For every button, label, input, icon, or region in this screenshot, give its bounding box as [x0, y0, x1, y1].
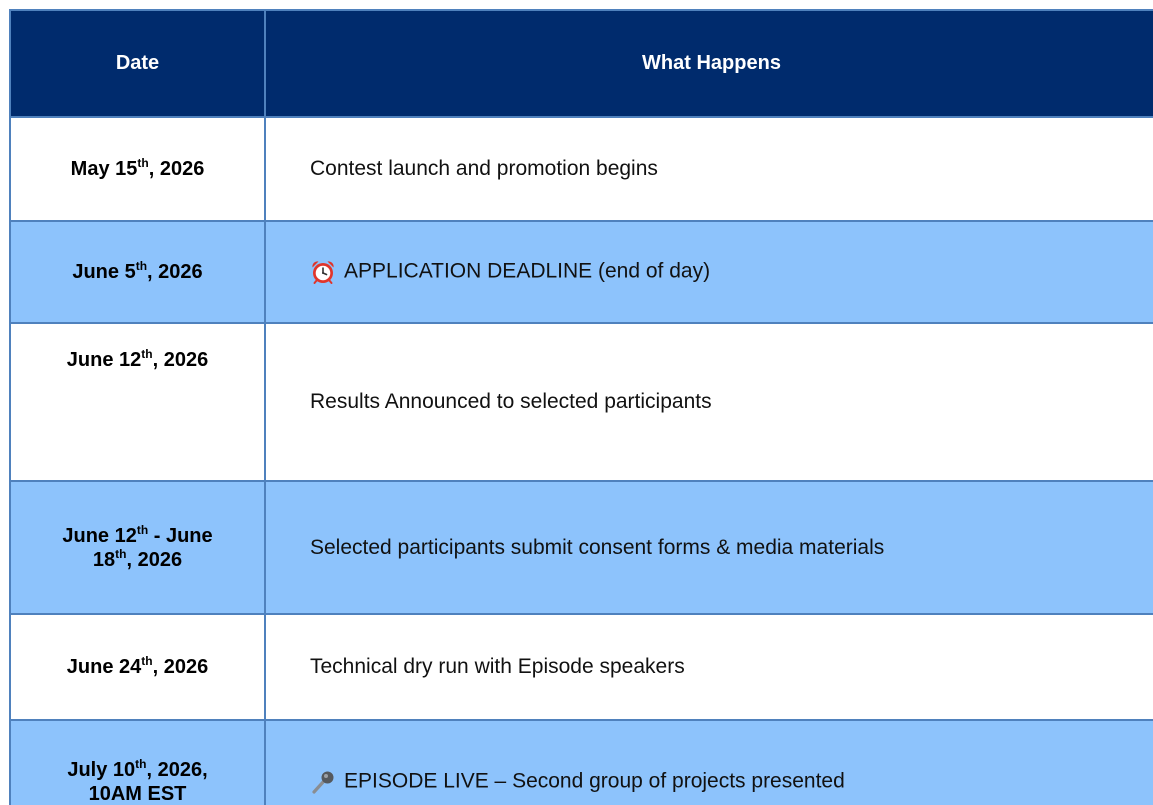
schedule-table: Date What Happens May 15th, 2026 Contest…	[9, 9, 1153, 805]
event-text: Contest launch and promotion begins	[310, 157, 658, 180]
date-text: - June	[148, 524, 213, 547]
ordinal-suffix: th	[135, 259, 148, 273]
date-cell: June 12th - June 18th, 2026	[9, 480, 266, 615]
event-text: Results Announced to selected participan…	[310, 390, 712, 413]
table-row: July 10th, 2026, 10AM EST EPISODE LIVE – …	[9, 719, 1153, 805]
date-year: , 2026	[148, 158, 205, 180]
table-row: June 12th, 2026 Results Announced to sel…	[9, 322, 1153, 482]
date-text: , 2026,	[146, 758, 208, 781]
event-text: Technical dry run with Episode speakers	[310, 655, 685, 678]
event-text: Selected participants submit consent for…	[310, 535, 885, 559]
date-text: June 12	[66, 349, 142, 371]
event-cell: APPLICATION DEADLINE (end of day)	[264, 220, 1153, 324]
ordinal-suffix: th	[137, 156, 149, 170]
table-row: May 15th, 2026 Contest launch and promot…	[9, 116, 1153, 222]
microphone-icon	[310, 769, 336, 795]
date-cell: May 15th, 2026	[9, 116, 266, 222]
date-year: , 2026	[152, 349, 209, 371]
table-row: June 5th, 2026 APPLICATION DEADLINE (end…	[9, 220, 1153, 324]
date-cell: July 10th, 2026, 10AM EST	[9, 719, 266, 805]
event-cell: Contest launch and promotion begins	[264, 116, 1153, 222]
event-cell: Results Announced to selected participan…	[264, 322, 1153, 482]
date-cell: June 5th, 2026	[9, 220, 266, 324]
table-row: June 24th, 2026 Technical dry run with E…	[9, 613, 1153, 721]
date-column-header: Date	[9, 9, 266, 118]
event-text: EPISODE LIVE – Second group of projects …	[344, 769, 845, 793]
date-cell: June 24th, 2026	[9, 613, 266, 721]
ordinal-suffix: th	[135, 756, 147, 771]
date-year: , 2026	[152, 656, 209, 678]
ordinal-suffix: th	[141, 654, 153, 668]
date-text: 18	[92, 548, 116, 571]
date-year: , 2026	[126, 548, 183, 571]
date-text: June 24	[66, 656, 142, 678]
date-text: June 5	[72, 261, 136, 283]
date-cell: June 12th, 2026	[9, 322, 266, 482]
event-cell: Selected participants submit consent for…	[264, 480, 1153, 615]
date-text: May 15	[70, 158, 138, 180]
event-text: APPLICATION DEADLINE (end of day)	[344, 259, 711, 283]
what-happens-column-header: What Happens	[264, 9, 1153, 118]
alarm-clock-icon	[310, 259, 336, 285]
date-year: , 2026	[147, 261, 203, 283]
event-cell: Technical dry run with Episode speakers	[264, 613, 1153, 721]
table-row: June 12th - June 18th, 2026 Selected part…	[9, 480, 1153, 615]
schedule-frame: Date What Happens May 15th, 2026 Contest…	[9, 9, 1153, 805]
date-text: June 12	[62, 524, 137, 547]
date-text: July 10	[67, 758, 136, 781]
ordinal-suffix: th	[115, 546, 127, 561]
header-row: Date What Happens	[9, 9, 1153, 118]
ordinal-suffix: th	[136, 522, 149, 537]
event-cell: EPISODE LIVE – Second group of projects …	[264, 719, 1153, 805]
date-time: 10AM EST	[88, 782, 187, 805]
ordinal-suffix: th	[141, 347, 153, 361]
